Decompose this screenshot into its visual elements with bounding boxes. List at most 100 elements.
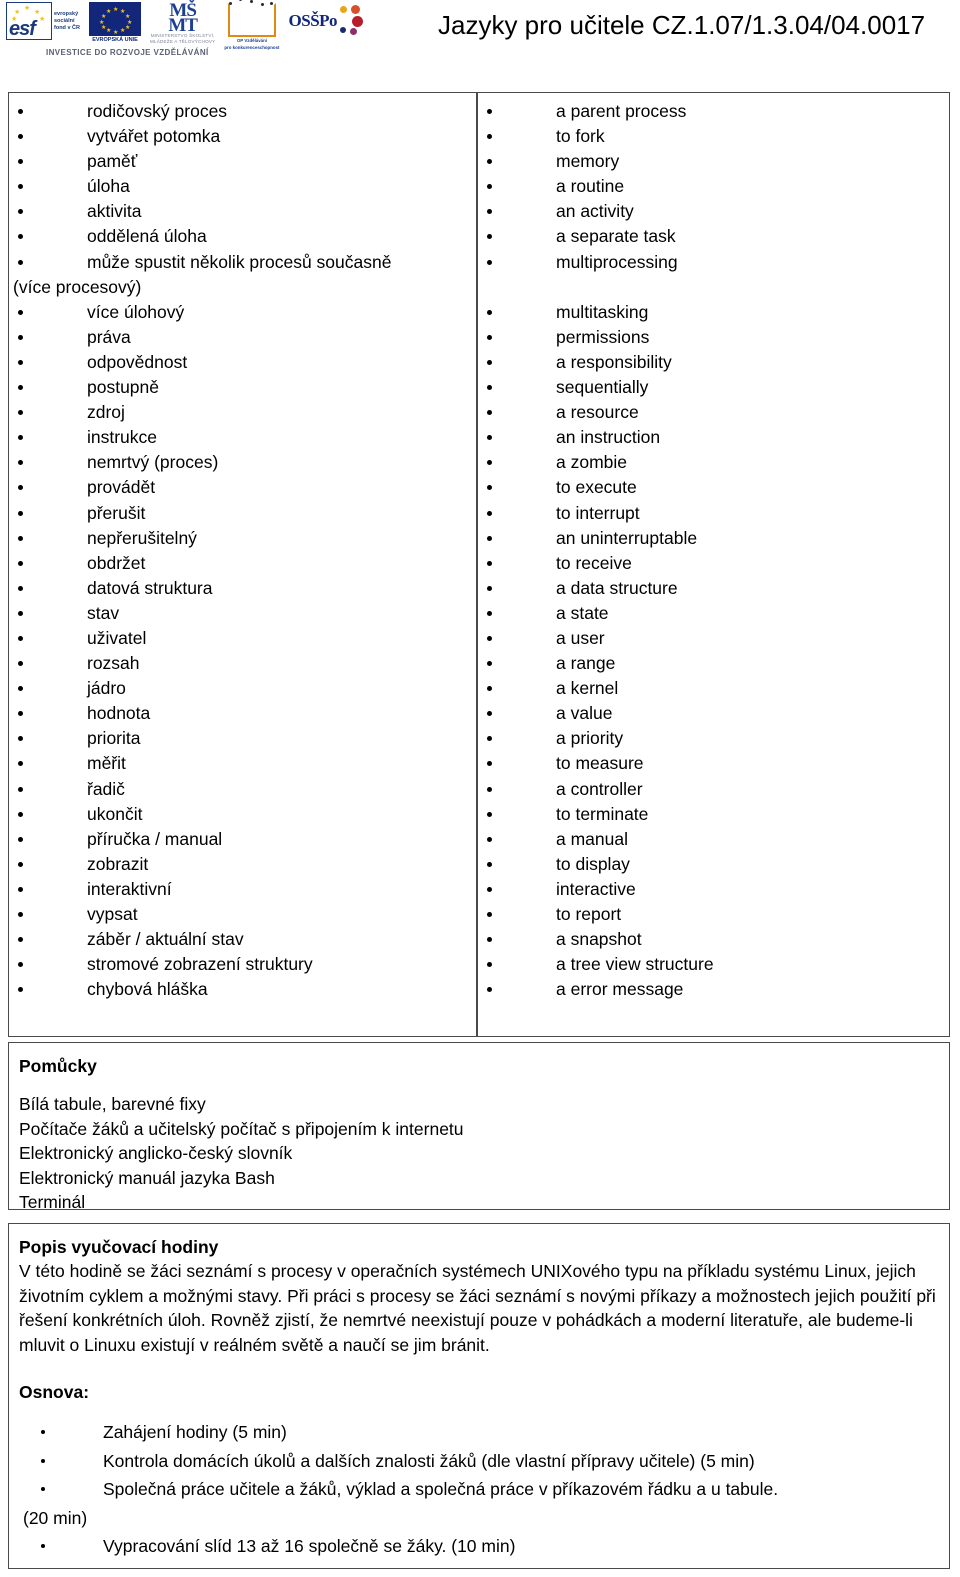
vocabulary-english-column: a parent process to fork memory a routine an… <box>478 99 948 1002</box>
english-term-item: an activity <box>478 199 948 224</box>
czech-term-item: stav <box>9 601 475 626</box>
english-term-item: permissions <box>478 325 948 350</box>
czech-term-item: řadič <box>9 777 475 802</box>
english-term-item: a data structure <box>478 576 948 601</box>
czech-term-item: (více procesový) <box>13 276 142 297</box>
materials-cell: Pomůcky Bílá tabule, barevné fixy Počítač… <box>9 1043 949 1215</box>
czech-term-item: záběr / aktuální stav <box>9 927 475 952</box>
czech-term-item: vypsat <box>9 902 475 927</box>
english-term-item: to fork <box>478 124 948 149</box>
english-term-item: an instruction <box>478 425 948 450</box>
english-term-item: to receive <box>478 551 948 576</box>
project-title: Jazyky pro učitele CZ.1.07/1.3.04/04.001… <box>438 10 926 40</box>
english-term-item: a controller <box>478 777 948 802</box>
outline-item: (20 min) <box>23 1507 88 1528</box>
materials-item: Elektronický manuál jazyka Bash <box>19 1167 275 1188</box>
lesson-description-cell: Popis vyučovací hodiny V této hodině se … <box>9 1224 949 1561</box>
english-term-item: multiprocessing <box>478 250 948 275</box>
document-header: ★ ★ ★ ★ ★ esf evropský sociální fond v Č… <box>0 0 960 66</box>
czech-term-item: úloha <box>9 174 475 199</box>
english-term-list: a parent process to fork memory a routine an… <box>478 99 948 1002</box>
esf-logo-caption: evropský sociální fond v ČR <box>54 10 80 31</box>
materials-section: Pomůcky Bílá tabule, barevné fixy Počítač… <box>8 1042 950 1212</box>
msmt-logo: MŠ MT MINISTERSTVO ŠKOLSTVÍ, MLÁDEŽE A T… <box>149 1 216 45</box>
english-term-item: a state <box>478 601 948 626</box>
investice-tagline: INVESTICE DO ROZVOJE VZDĚLÁVÁNÍ <box>46 48 209 57</box>
materials-item: Počítače žáků a učitelský počítač s přip… <box>19 1118 464 1139</box>
czech-term-item: zdroj <box>9 400 475 425</box>
msmt-logo-caption-line2: MLÁDEŽE A TĚLOVÝCHOVY <box>149 39 216 44</box>
english-term-item: to report <box>478 902 948 927</box>
lesson-description-body: V této hodině se žáci seznámí s procesy … <box>19 1261 936 1355</box>
english-term-item: a manual <box>478 827 948 852</box>
czech-term-item: měřit <box>9 751 475 776</box>
english-term-item: to interrupt <box>478 501 948 526</box>
english-term-item: a error message <box>478 977 948 1002</box>
english-term-item: to measure <box>478 751 948 776</box>
op-vzdelavani-logo-icon <box>227 0 276 37</box>
czech-term-item: odpovědnost <box>9 350 475 375</box>
czech-term-item: rozsah <box>9 651 475 676</box>
esf-logo: ★ ★ ★ ★ ★ esf evropský sociální fond v Č… <box>6 2 80 40</box>
outline-item: Zahájení hodiny (5 min) <box>19 1418 939 1447</box>
czech-term-item: vytvářet potomka <box>9 124 475 149</box>
english-term-item: a routine <box>478 174 948 199</box>
czech-term-item: hodnota <box>9 701 475 726</box>
english-term-item: a value <box>478 701 948 726</box>
vocabulary-czech-column: rodičovský proces vytvářet potomka paměť úl… <box>9 99 475 1002</box>
op-vzdelavani-caption-line1: OP Vzdělávání <box>236 38 268 43</box>
english-term-item: multitasking <box>478 300 948 325</box>
czech-term-item: nemrtvý (proces) <box>9 450 475 475</box>
materials-heading: Pomůcky <box>19 1056 97 1076</box>
czech-term-item: interaktivní <box>9 877 475 902</box>
english-term-item: a resource <box>478 400 948 425</box>
eu-logo-caption: EVROPSKÁ UNIE <box>92 37 138 43</box>
outline-heading: Osnova: <box>19 1382 90 1403</box>
english-term-item: to terminate <box>478 802 948 827</box>
english-term-item: interactive <box>478 877 948 902</box>
english-term-item: a user <box>478 626 948 651</box>
outline-item: Vypracování slíd 13 až 16 společně se žá… <box>19 1532 939 1561</box>
czech-term-item: obdržet <box>9 551 475 576</box>
outline-item: Společná práce učitele a žáků, výklad a … <box>19 1475 939 1504</box>
czech-term-item: postupně <box>9 375 475 400</box>
czech-term-item: práva <box>9 325 475 350</box>
esf-logo-letters: esf <box>9 18 36 40</box>
lesson-description-section: Popis vyučovací hodiny V této hodině se … <box>8 1223 950 1569</box>
msmt-logo-mark-bottom: MT <box>168 15 198 36</box>
english-term-item: a snapshot <box>478 927 948 952</box>
english-term-item: to execute <box>478 475 948 500</box>
osspo-logo: OSŠPo <box>289 2 364 37</box>
english-term-item: a range <box>478 651 948 676</box>
materials-item: Elektronický anglicko-český slovník <box>19 1143 293 1164</box>
czech-term-item: provádět <box>9 475 475 500</box>
czech-term-item: uživatel <box>9 626 475 651</box>
english-term-item: a kernel <box>478 676 948 701</box>
czech-term-item: chybová hláška <box>9 977 475 1002</box>
materials-item: Bílá tabule, barevné fixy <box>19 1094 206 1114</box>
osspo-logo-dots-icon <box>339 5 364 37</box>
czech-term-item: oddělená úloha <box>9 224 475 249</box>
european-union-logo: ★ ★ ★ ★ ★ ★ ★ ★ ★ ★ ★ ★ EVROPSKÁ UNIE <box>88 2 141 43</box>
english-term-item: a parent process <box>478 99 948 124</box>
czech-term-item: rodičovský proces <box>9 99 475 124</box>
eu-funding-logo-strip: ★ ★ ★ ★ ★ esf evropský sociální fond v Č… <box>6 0 406 64</box>
czech-term-item: může spustit několik procesů současně <box>9 250 475 275</box>
materials-item: Terminál <box>19 1192 86 1213</box>
lesson-description-heading: Popis vyučovací hodiny <box>19 1237 219 1257</box>
english-term-item: a separate task <box>478 224 948 249</box>
materials-list: Bílá tabule, barevné fixy Počítače žáků a… <box>19 1092 939 1215</box>
czech-term-item: priorita <box>9 726 475 751</box>
czech-term-item: nepřerušitelný <box>9 526 475 551</box>
english-term-item: a responsibility <box>478 350 948 375</box>
esf-logo-icon: ★ ★ ★ ★ ★ esf <box>6 2 52 40</box>
english-term-item: sequentially <box>478 375 948 400</box>
english-term-item <box>478 275 948 300</box>
outline-item: Kontrola domácích úkolů a dalších znalos… <box>19 1447 939 1476</box>
czech-term-item: aktivita <box>9 199 475 224</box>
czech-term-item: paměť <box>9 149 475 174</box>
czech-term-item: instrukce <box>9 425 475 450</box>
czech-term-item: stromové zobrazení struktury <box>9 952 475 977</box>
outline-list: Zahájení hodiny (5 min) Kontrola domácích… <box>19 1418 939 1561</box>
english-term-item: an uninterruptable <box>478 526 948 551</box>
